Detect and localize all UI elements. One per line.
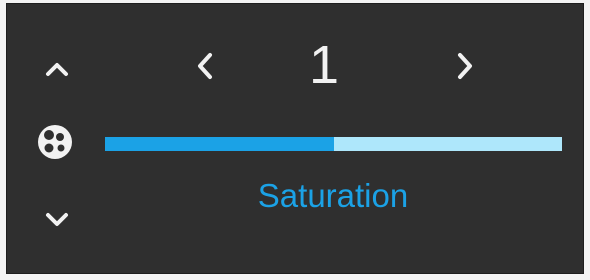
saturation-slider-fill bbox=[105, 137, 334, 151]
color-mode-button[interactable] bbox=[33, 120, 77, 164]
next-page-button[interactable] bbox=[443, 44, 487, 88]
saturation-control-panel: 1 Saturation bbox=[6, 3, 584, 274]
previous-setting-button[interactable] bbox=[37, 49, 77, 89]
next-setting-button[interactable] bbox=[37, 200, 77, 240]
palette-icon bbox=[38, 125, 72, 159]
previous-page-button[interactable] bbox=[183, 44, 227, 88]
page-number: 1 bbox=[308, 35, 340, 95]
mode-label: Saturation bbox=[257, 177, 409, 214]
chevron-left-icon bbox=[198, 53, 212, 79]
chevron-right-icon bbox=[458, 53, 472, 79]
chevron-down-icon bbox=[46, 213, 68, 226]
chevron-up-icon bbox=[46, 63, 68, 76]
saturation-slider[interactable] bbox=[105, 137, 562, 151]
